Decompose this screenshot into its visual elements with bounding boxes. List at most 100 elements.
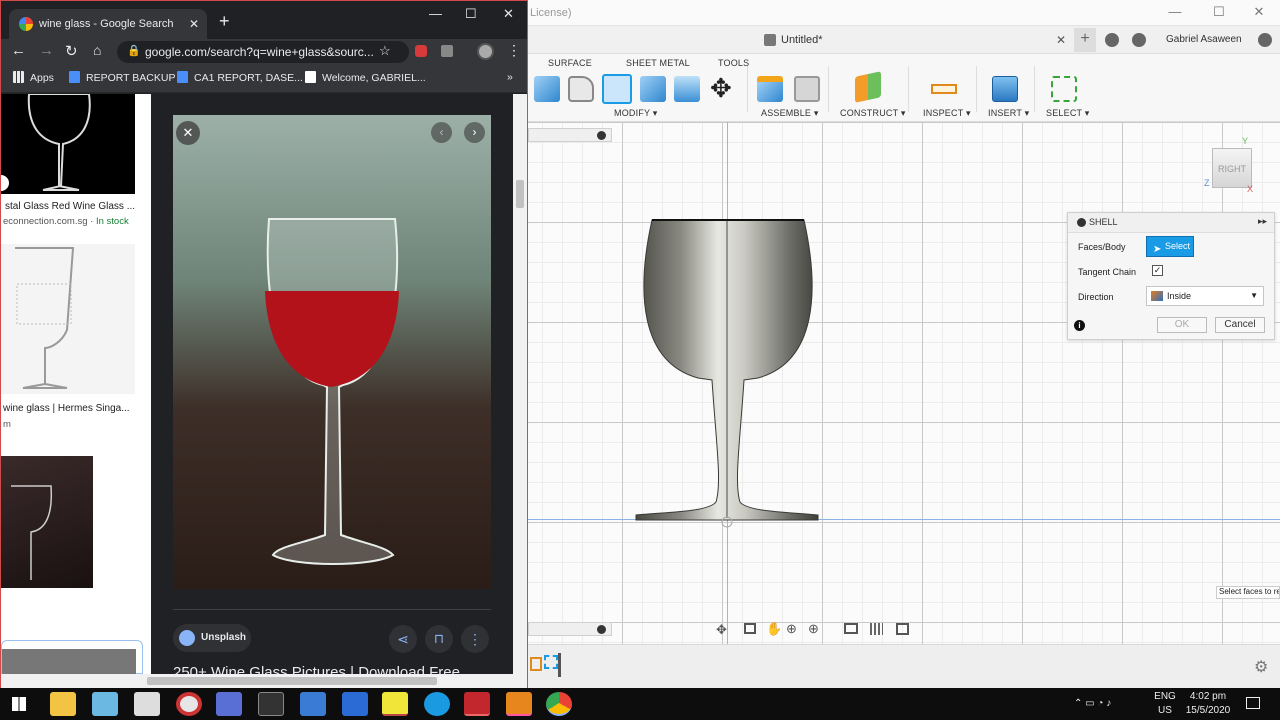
help-icon[interactable] <box>1258 33 1272 47</box>
prev-image-icon[interactable]: ‹ <box>431 122 452 143</box>
modify-menu[interactable]: MODIFY ▾ <box>614 108 657 119</box>
maximize-icon[interactable]: ☐ <box>1212 5 1226 19</box>
bookmark-star-icon[interactable]: ☆ <box>379 43 391 59</box>
extension-icon[interactable] <box>415 45 427 57</box>
faces-select-button[interactable]: ➤ Select <box>1146 236 1194 257</box>
comments-panel-collapsed[interactable] <box>528 622 612 636</box>
display-settings-icon[interactable] <box>844 623 858 634</box>
scrollbar-thumb[interactable] <box>516 180 524 208</box>
joint-icon[interactable] <box>794 76 820 102</box>
browser-tab[interactable]: wine glass - Google Search ✕ <box>9 9 207 39</box>
fillet-icon[interactable] <box>568 76 594 102</box>
app-icon[interactable] <box>92 692 118 716</box>
orbit-icon[interactable]: ✥ <box>716 622 727 638</box>
timeline-feature-icon[interactable] <box>544 655 558 669</box>
result-thumbnail[interactable] <box>1 244 135 394</box>
combine-icon[interactable] <box>640 76 666 102</box>
reload-icon[interactable]: ↻ <box>65 42 78 60</box>
notifications-icon[interactable] <box>1246 697 1260 709</box>
minimize-icon[interactable]: — <box>1168 5 1182 19</box>
autocad-icon[interactable] <box>464 692 490 716</box>
fusion-taskbar-icon[interactable] <box>506 692 532 716</box>
app-icon[interactable] <box>134 692 160 716</box>
skype-icon[interactable] <box>424 692 450 716</box>
expand-icon[interactable]: ▸▸ <box>1258 216 1267 227</box>
sticky-notes-icon[interactable] <box>382 692 408 716</box>
direction-select[interactable]: Inside ▼ <box>1146 286 1264 306</box>
document-tab[interactable]: Untitled* <box>781 34 823 46</box>
windows-start-icon[interactable] <box>12 697 26 711</box>
viewports-icon[interactable] <box>896 623 909 635</box>
collapse-icon[interactable] <box>1077 218 1086 227</box>
scrollbar-thumb[interactable] <box>147 677 437 685</box>
tab-sheet-metal[interactable]: SHEET METAL <box>626 58 690 68</box>
app-icon[interactable] <box>342 692 368 716</box>
design-canvas[interactable]: RIGHT Y Z X SHELL ▸▸ Faces/Body ➤ Select … <box>528 122 1280 644</box>
assemble-menu[interactable]: ASSEMBLE ▾ <box>761 108 819 119</box>
browser-panel-collapsed[interactable] <box>528 128 612 142</box>
avatar[interactable] <box>477 43 494 60</box>
tab-tools[interactable]: TOOLS <box>718 58 749 68</box>
pan-icon[interactable]: ✋ <box>766 621 782 637</box>
language-code[interactable]: ENG <box>1152 691 1178 702</box>
collapse-icon[interactable] <box>597 131 606 140</box>
collapse-icon[interactable] <box>597 625 606 634</box>
preview-image[interactable]: ✕ ‹ › <box>173 115 491 589</box>
tray-icons[interactable]: ⌃ ▭ ◔ ♪ <box>1074 698 1111 709</box>
ok-button[interactable]: OK <box>1157 317 1207 333</box>
cancel-button[interactable]: Cancel <box>1215 317 1265 333</box>
home-icon[interactable]: ⌂ <box>93 42 101 58</box>
select-window-icon[interactable] <box>1051 76 1077 102</box>
new-tab-icon[interactable]: + <box>1074 28 1096 52</box>
insert-image-icon[interactable] <box>992 76 1018 102</box>
scale-icon[interactable] <box>674 76 700 102</box>
chrome-taskbar-icon[interactable] <box>546 692 572 716</box>
image-caption[interactable]: 250+ Wine Glass Pictures | Download Free <box>173 664 460 674</box>
job-status-icon[interactable] <box>1105 33 1119 47</box>
share-icon[interactable]: ⋖ <box>389 625 417 653</box>
history-icon[interactable] <box>1132 33 1146 47</box>
forward-icon[interactable]: → <box>39 42 54 59</box>
info-icon[interactable]: i <box>1074 320 1085 331</box>
result-thumbnail[interactable] <box>1 94 135 194</box>
construct-menu[interactable]: CONSTRUCT ▾ <box>840 108 906 119</box>
terminal-icon[interactable] <box>258 692 284 716</box>
new-tab-icon[interactable]: + <box>219 11 230 32</box>
viewcube[interactable]: RIGHT <box>1212 148 1252 188</box>
timeline-marker[interactable] <box>558 653 561 677</box>
bookmark-apps[interactable]: Apps <box>13 71 54 84</box>
vertical-scrollbar[interactable] <box>513 94 527 674</box>
fit-icon[interactable]: ⊕ <box>808 621 819 637</box>
move-icon[interactable]: ✥ <box>710 74 732 102</box>
close-icon[interactable]: ✕ <box>1252 5 1266 19</box>
look-at-icon[interactable] <box>744 623 756 634</box>
menu-dots-icon[interactable]: ⋮ <box>507 42 521 59</box>
gear-icon[interactable]: ⚙ <box>1254 657 1268 677</box>
new-component-icon[interactable] <box>757 76 783 102</box>
minimize-icon[interactable]: — <box>429 6 442 21</box>
timeline-feature-icon[interactable] <box>530 657 542 671</box>
shell-header[interactable]: SHELL ▸▸ <box>1068 213 1274 233</box>
offset-plane-icon[interactable] <box>855 71 881 103</box>
save-icon[interactable]: ⊓ <box>425 625 453 653</box>
result-thumbnail[interactable] <box>1 456 93 588</box>
bookmark-welcome[interactable]: Welcome, GABRIEL... <box>305 71 426 84</box>
select-menu[interactable]: SELECT ▾ <box>1046 108 1089 119</box>
close-viewer-icon[interactable]: ✕ <box>176 121 200 145</box>
user-name[interactable]: Gabriel Asaween <box>1166 34 1242 45</box>
insert-menu[interactable]: INSERT ▾ <box>988 108 1029 119</box>
next-image-icon[interactable]: › <box>464 122 485 143</box>
close-icon[interactable]: ✕ <box>503 6 514 22</box>
zoom-icon[interactable]: ⊕ <box>786 621 797 637</box>
shell-icon[interactable] <box>602 74 632 104</box>
maximize-icon[interactable]: ☐ <box>465 6 477 22</box>
bookmark-ca1-report[interactable]: CA1 REPORT, DASE... <box>177 71 303 84</box>
source-chip[interactable]: Unsplash <box>173 624 251 652</box>
bookmarks-overflow[interactable]: » <box>507 71 513 83</box>
address-bar[interactable]: 🔒 google.com/search?q=wine+glass&sourc..… <box>117 41 409 63</box>
horizontal-scrollbar[interactable] <box>1 674 527 688</box>
app-icon[interactable] <box>216 692 242 716</box>
result-title[interactable]: stal Glass Red Wine Glass ... <box>5 201 135 212</box>
close-tab-icon[interactable]: ✕ <box>189 17 199 31</box>
inspect-menu[interactable]: INSPECT ▾ <box>923 108 971 119</box>
